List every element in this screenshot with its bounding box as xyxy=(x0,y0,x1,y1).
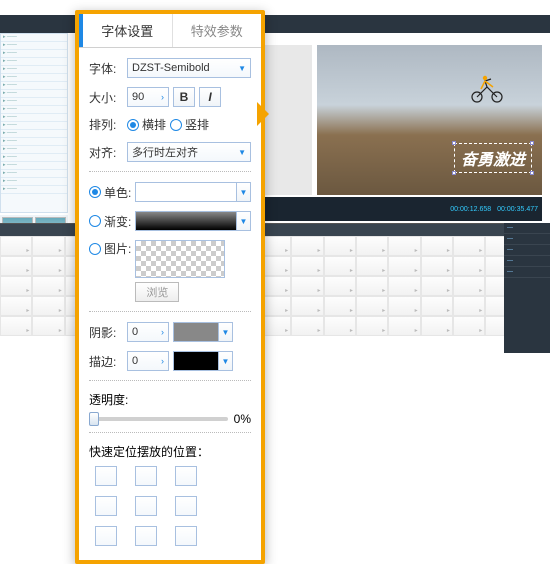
size-stepper[interactable]: 90 › xyxy=(127,87,169,107)
text-overlay-box[interactable]: 奋勇激进 xyxy=(454,143,532,173)
radio-icon xyxy=(170,119,182,131)
divider xyxy=(89,171,251,172)
pos-top-center[interactable] xyxy=(135,466,157,486)
radio-image-fill[interactable]: 图片: xyxy=(89,240,131,257)
chevron-down-icon: ▼ xyxy=(236,148,248,157)
divider xyxy=(89,380,251,381)
radio-icon xyxy=(89,215,101,227)
label-shadow: 阴影: xyxy=(89,324,123,341)
radio-icon xyxy=(127,119,139,131)
preview-viewport: 奋勇激进 xyxy=(317,45,542,195)
radio-icon xyxy=(89,243,101,255)
solid-color-swatch[interactable]: ▼ xyxy=(135,182,251,202)
opacity-slider[interactable] xyxy=(89,417,228,421)
chevron-down-icon: ▼ xyxy=(218,352,232,370)
timecode-b: 00:00:35.477 xyxy=(497,206,538,213)
opacity-value: 0% xyxy=(234,412,251,426)
pos-mid-left[interactable] xyxy=(95,496,117,516)
pos-bot-center[interactable] xyxy=(135,526,157,546)
tab-font-settings[interactable]: 字体设置 xyxy=(79,14,173,47)
label-align: 对齐: xyxy=(89,144,123,161)
pos-bot-left[interactable] xyxy=(95,526,117,546)
spinner-icon: › xyxy=(159,327,166,337)
image-fill-preview xyxy=(135,240,225,278)
pos-top-left[interactable] xyxy=(95,466,117,486)
panel-tabs: 字体设置 特效参数 xyxy=(79,14,261,48)
shadow-stepper[interactable]: 0› xyxy=(127,322,169,342)
divider xyxy=(89,432,251,433)
spinner-icon: › xyxy=(159,356,166,366)
italic-button[interactable]: I xyxy=(199,87,221,107)
stroke-color-swatch[interactable]: ▼ xyxy=(173,351,233,371)
align-select[interactable]: 多行时左对齐 ▼ xyxy=(127,142,251,162)
tab-effect-params[interactable]: 特效参数 xyxy=(173,14,262,47)
label-arrange: 排列: xyxy=(89,116,123,133)
chevron-down-icon: ▼ xyxy=(236,183,250,201)
size-value: 90 xyxy=(132,91,144,103)
chevron-down-icon: ▼ xyxy=(236,212,250,230)
align-value: 多行时左对齐 xyxy=(132,144,198,160)
shadow-color-swatch[interactable]: ▼ xyxy=(173,322,233,342)
label-quickpos: 快速定位摆放的位置： xyxy=(89,443,251,460)
font-select[interactable]: DZST-Semibold ▼ xyxy=(127,58,251,78)
pos-mid-right[interactable] xyxy=(175,496,197,516)
timecode-a: 00:00:12.658 xyxy=(450,206,491,213)
browse-button[interactable]: 浏览 xyxy=(135,282,179,302)
stroke-stepper[interactable]: 0› xyxy=(127,351,169,371)
font-select-value: DZST-Semibold xyxy=(132,62,210,74)
divider xyxy=(89,311,251,312)
overlay-text: 奋勇激进 xyxy=(461,152,525,169)
cyclist-graphic xyxy=(467,73,507,103)
radio-vertical[interactable]: 竖排 xyxy=(170,116,209,133)
radio-icon xyxy=(89,186,101,198)
label-opacity: 透明度: xyxy=(89,391,251,408)
position-grid xyxy=(95,466,251,546)
chevron-down-icon: ▼ xyxy=(218,323,232,341)
bold-button[interactable]: B xyxy=(173,87,195,107)
slider-thumb[interactable] xyxy=(89,412,99,426)
label-size: 大小: xyxy=(89,89,123,106)
radio-gradient[interactable]: 渐变: xyxy=(89,213,131,230)
bg-left-tree: ▸ ——▸ ——▸ ——▸ ——▸ ——▸ ——▸ ——▸ ——▸ ——▸ ——… xyxy=(0,33,68,213)
font-settings-panel: 字体设置 特效参数 字体: DZST-Semibold ▼ 大小: 90 › B… xyxy=(75,10,265,564)
chevron-down-icon: ▼ xyxy=(236,64,248,73)
radio-solid-color[interactable]: 单色: xyxy=(89,184,131,201)
label-font: 字体: xyxy=(89,60,123,77)
radio-horizontal[interactable]: 横排 xyxy=(127,116,166,133)
pos-top-right[interactable] xyxy=(175,466,197,486)
callout-arrow-icon xyxy=(257,102,281,126)
timecode-bar: 00:00:12.658 00:00:35.477 xyxy=(264,197,542,221)
pos-mid-center[interactable] xyxy=(135,496,157,516)
spinner-icon: › xyxy=(159,92,166,102)
bg-right-panel: ————— xyxy=(504,223,550,353)
pos-bot-right[interactable] xyxy=(175,526,197,546)
gradient-swatch[interactable]: ▼ xyxy=(135,211,251,231)
label-stroke: 描边: xyxy=(89,353,123,370)
